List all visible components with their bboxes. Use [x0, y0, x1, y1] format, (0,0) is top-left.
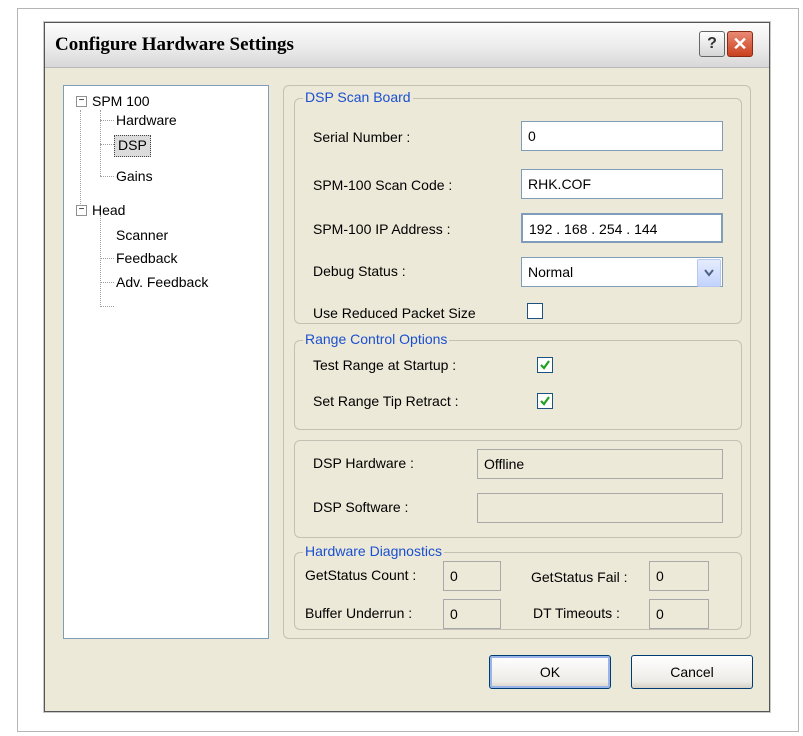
tip-retract-label: Set Range Tip Retract : [313, 393, 459, 409]
tree-line [80, 110, 81, 210]
scan-code-input[interactable]: RHK.COF [521, 169, 723, 199]
help-button[interactable]: ? [699, 31, 725, 57]
chevron-down-icon [704, 269, 714, 277]
serial-number-label: Serial Number : [313, 129, 411, 145]
dsp-software-value [477, 493, 723, 523]
range-control-group: Range Control Options Test Range at Star… [294, 331, 742, 430]
cancel-button[interactable]: Cancel [631, 655, 753, 689]
dsp-status-group: DSP Hardware : Offline DSP Software : [294, 440, 742, 538]
collapse-icon[interactable]: − [76, 205, 87, 216]
ok-button[interactable]: OK [489, 655, 611, 689]
tree-line [100, 282, 114, 283]
range-control-title: Range Control Options [303, 331, 450, 347]
dsp-hardware-value: Offline [477, 449, 723, 479]
tree-line [100, 120, 114, 121]
checkmark-icon [540, 360, 550, 370]
dsp-scan-board-title: DSP Scan Board [303, 89, 413, 105]
getstatus-fail-value: 0 [649, 561, 709, 591]
tree-item-adv-feedback[interactable]: Adv. Feedback [116, 272, 208, 292]
checkmark-icon [540, 396, 550, 406]
tree-line [100, 215, 101, 307]
debug-status-value: Normal [528, 264, 574, 280]
settings-tree[interactable]: − SPM 100 Hardware DSP Gains − Head Scan… [63, 85, 269, 639]
tree-line [100, 258, 114, 259]
debug-status-select[interactable]: Normal [521, 257, 723, 287]
dsp-scan-board-group: DSP Scan Board Serial Number : 0 SPM-100… [294, 89, 742, 324]
tree-item-feedback[interactable]: Feedback [116, 248, 177, 268]
scan-code-label: SPM-100 Scan Code : [313, 177, 453, 193]
dsp-software-label: DSP Software : [313, 499, 409, 515]
test-range-checkbox[interactable] [537, 357, 553, 373]
ip-address-input[interactable]: 192 . 168 . 254 . 144 [521, 213, 723, 243]
tree-item-dsp[interactable]: DSP [114, 135, 151, 157]
close-button[interactable]: ✕ [727, 31, 753, 57]
dsp-hardware-label: DSP Hardware : [313, 455, 414, 471]
ip-address-label: SPM-100 IP Address : [313, 221, 451, 237]
tree-line [100, 176, 114, 177]
tree-item-head[interactable]: Head [92, 200, 125, 220]
reduced-packet-label: Use Reduced Packet Size [313, 305, 476, 321]
tree-line [100, 306, 114, 307]
buffer-underrun-value: 0 [443, 599, 501, 629]
tip-retract-checkbox[interactable] [537, 393, 553, 409]
help-icon: ? [707, 35, 717, 52]
tree-item-spm100[interactable]: SPM 100 [92, 91, 150, 111]
tree-item-hardware[interactable]: Hardware [116, 110, 177, 130]
close-icon: ✕ [732, 33, 748, 54]
tree-item-gains[interactable]: Gains [116, 166, 153, 186]
dt-timeouts-label: DT Timeouts : [533, 605, 620, 621]
getstatus-count-label: GetStatus Count : [305, 567, 417, 583]
hardware-diagnostics-title: Hardware Diagnostics [303, 543, 444, 559]
getstatus-fail-label: GetStatus Fail : [531, 569, 628, 585]
serial-number-input[interactable]: 0 [521, 121, 723, 151]
dropdown-button[interactable] [697, 259, 721, 287]
test-range-label: Test Range at Startup : [313, 357, 457, 373]
dt-timeouts-value: 0 [649, 599, 709, 629]
tree-line [100, 144, 114, 145]
debug-status-label: Debug Status : [313, 263, 406, 279]
configure-hardware-dialog: Configure Hardware Settings ? ✕ − SPM 10… [44, 22, 770, 712]
reduced-packet-checkbox[interactable] [527, 303, 543, 319]
hardware-diagnostics-group: Hardware Diagnostics GetStatus Count : 0… [294, 543, 742, 630]
window-title: Configure Hardware Settings [55, 34, 294, 55]
title-bar[interactable]: Configure Hardware Settings ? ✕ [45, 23, 769, 68]
buffer-underrun-label: Buffer Underrun : [305, 605, 413, 621]
dsp-settings-panel: DSP Scan Board Serial Number : 0 SPM-100… [283, 85, 751, 639]
collapse-icon[interactable]: − [76, 96, 87, 107]
tree-item-scanner[interactable]: Scanner [116, 225, 168, 245]
getstatus-count-value: 0 [443, 561, 501, 591]
